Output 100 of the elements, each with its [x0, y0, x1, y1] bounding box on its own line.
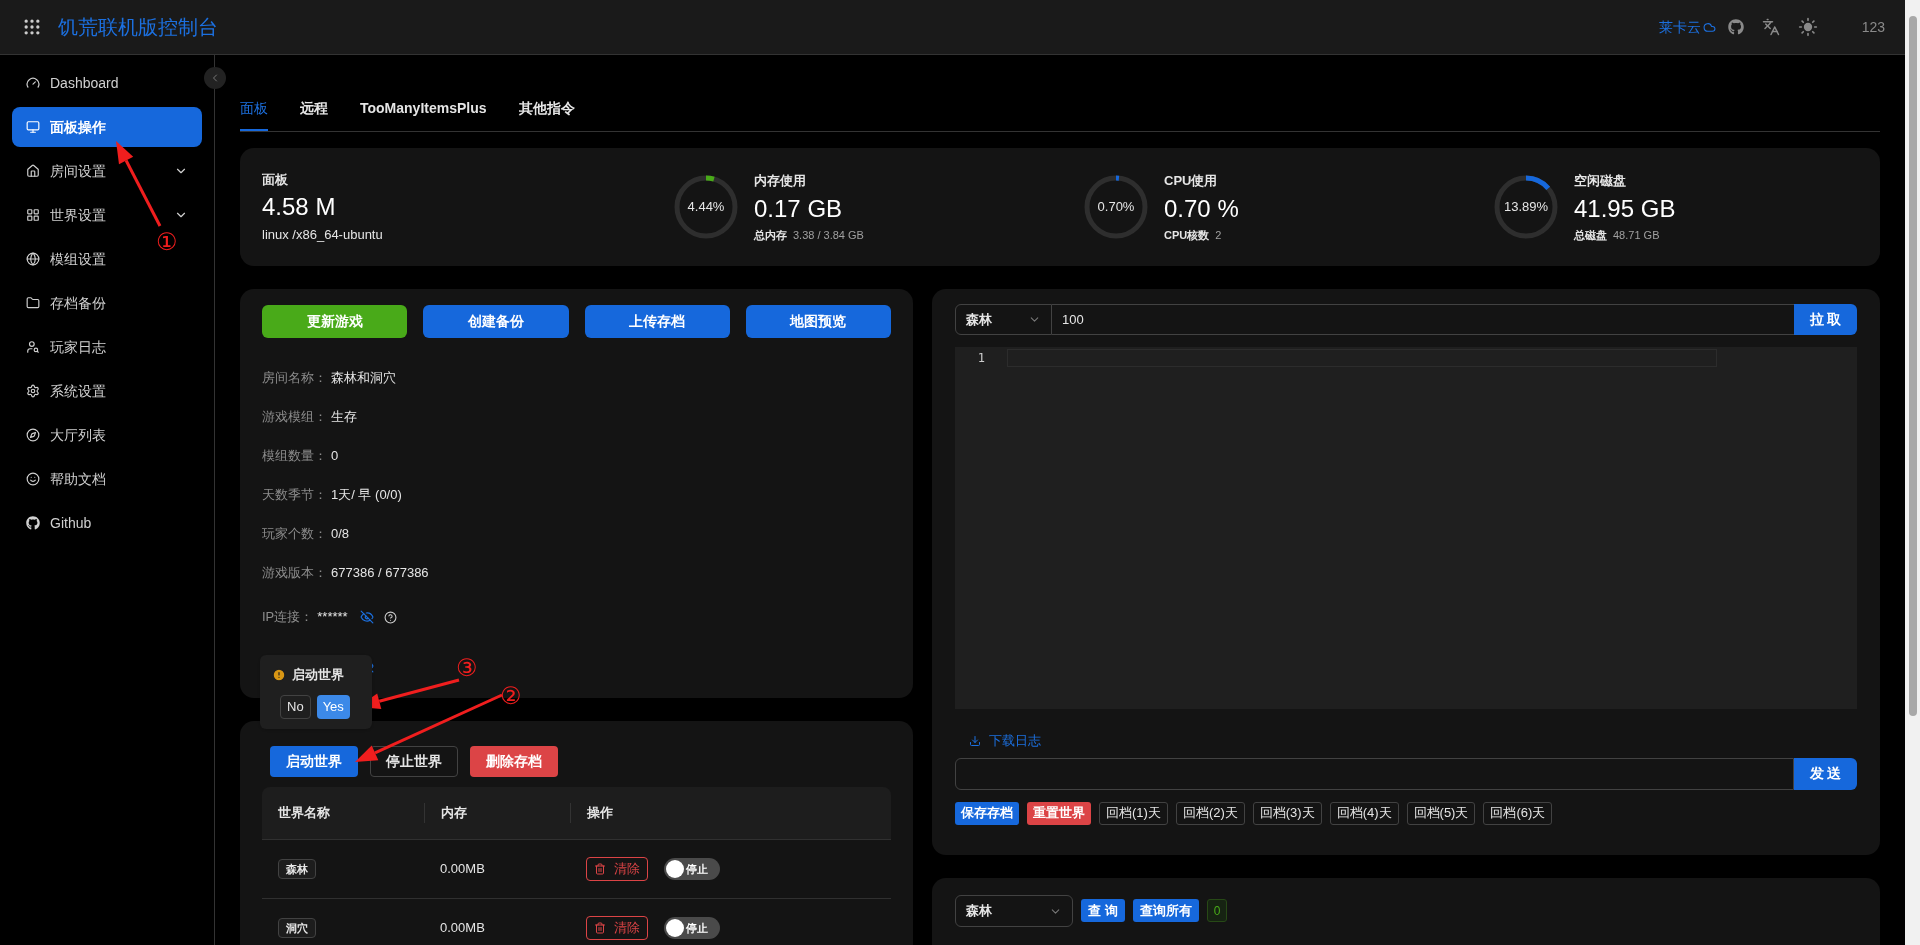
cloud-link[interactable]: 莱卡云 — [1658, 16, 1716, 38]
stat-note: 2 — [1215, 227, 1222, 243]
stat-title: 面板 — [262, 170, 289, 189]
command-field[interactable] — [955, 757, 1794, 790]
github-icon[interactable] — [1727, 19, 1744, 35]
stat-value: 0.70 % — [1164, 193, 1239, 224]
info-label: IP连接： — [262, 608, 314, 627]
trash-icon — [594, 863, 606, 875]
translate-icon[interactable] — [1761, 18, 1780, 36]
memory-value: 0.00MB — [439, 919, 486, 938]
globe-icon — [26, 252, 40, 266]
info-label: 游戏版本： — [262, 563, 327, 582]
monitor-icon — [26, 120, 40, 134]
count-badge: 0 — [1206, 899, 1228, 922]
tab[interactable]: 面板 — [240, 98, 268, 131]
toggle-switch[interactable]: 停止 — [664, 858, 720, 880]
sidebar-item[interactable]: 面板操作 — [12, 107, 202, 147]
theme-icon[interactable] — [1797, 17, 1818, 37]
info-label: 游戏模组： — [262, 407, 327, 426]
warning-icon — [272, 667, 286, 682]
sidebar-item[interactable]: 存档备份 — [12, 283, 120, 323]
line-number: 1 — [977, 350, 985, 367]
person-icon — [26, 340, 40, 354]
world-select[interactable]: 森林 — [955, 304, 1052, 335]
stat-title: CPU使用 — [1164, 172, 1219, 190]
command-tag[interactable]: 回档(6)天 — [1483, 801, 1553, 825]
query-button[interactable]: 查 询 — [1081, 899, 1125, 922]
world-tag: 洞穴 — [278, 917, 316, 939]
tab[interactable]: 其他指令 — [518, 98, 575, 131]
sidebar-item[interactable]: Github — [12, 503, 106, 543]
stat-note: 3.38 / 3.84 GB — [793, 227, 864, 243]
command-tag[interactable]: 回档(5)天 — [1406, 801, 1476, 825]
cloud-icon — [1702, 20, 1716, 34]
command-tag[interactable]: 重置世界 — [1027, 801, 1091, 825]
command-tag[interactable]: 回档(2)天 — [1175, 801, 1245, 825]
column-header: 世界名称 — [277, 804, 331, 823]
tab[interactable]: TooManyItemsPlus — [360, 98, 487, 131]
command-tag[interactable]: 回档(1)天 — [1099, 801, 1168, 825]
stat-value: 0.17 GB — [754, 193, 844, 224]
apps-icon[interactable] — [22, 17, 42, 37]
world-select[interactable]: 森林 — [955, 895, 1073, 927]
ring-percentage: 0.70% — [1097, 198, 1135, 217]
query-button[interactable]: 查询所有 — [1132, 899, 1199, 922]
github-icon — [26, 516, 40, 530]
sidebar-item[interactable]: 帮助文档 — [12, 459, 120, 499]
house-icon — [26, 164, 40, 178]
sidebar-item[interactable]: 大厅列表 — [12, 415, 120, 455]
info-label: 房间名称： — [262, 368, 327, 387]
sidebar-item[interactable]: 系统设置 — [12, 371, 120, 411]
toggle-switch[interactable]: 停止 — [664, 917, 720, 939]
stat-note-label: 总内存 — [754, 227, 787, 243]
eye-off-icon[interactable] — [359, 610, 374, 624]
compass-icon — [26, 428, 40, 442]
action-button[interactable]: 上传存档 — [584, 305, 730, 338]
stat-note-label: CPU核数 — [1164, 227, 1210, 243]
info-value: ****** — [317, 608, 348, 627]
info-value: 0/8 — [331, 524, 350, 543]
popover-button[interactable]: Yes — [316, 694, 350, 719]
progress-ring — [1082, 173, 1150, 241]
annotation-number: ① — [156, 227, 178, 258]
progress-ring — [672, 173, 740, 241]
sidebar-item[interactable]: 模组设置 — [12, 239, 120, 279]
trash-icon — [594, 922, 606, 934]
log-editor[interactable]: 1 — [955, 347, 1857, 709]
stat-value: 41.95 GB — [1574, 193, 1676, 224]
clear-button[interactable]: 清除 — [586, 857, 648, 881]
world-button[interactable]: 启动世界 — [270, 746, 358, 777]
fetch-button[interactable]: 拉 取 — [1794, 304, 1857, 335]
line-count-field[interactable]: 100 — [1052, 304, 1794, 335]
ring-percentage: 4.44% — [687, 198, 725, 217]
world-tag: 森林 — [278, 858, 316, 880]
send-button[interactable]: 发 送 — [1794, 757, 1857, 790]
command-tag[interactable]: 回档(4)天 — [1329, 801, 1399, 825]
annotation-number: ③ — [456, 653, 478, 684]
clear-button[interactable]: 清除 — [586, 916, 648, 940]
scrollbar[interactable] — [1905, 0, 1920, 945]
ring-percentage: 13.89% — [1503, 198, 1549, 217]
info-label: 玩家个数： — [262, 524, 327, 543]
info-value: 0 — [331, 446, 339, 465]
sidebar-item[interactable]: 房间设置 — [12, 151, 202, 191]
action-button[interactable]: 地图预览 — [745, 305, 891, 338]
download-log-link[interactable]: 下载日志 — [969, 731, 1041, 751]
stat-note-label: 总磁盘 — [1574, 227, 1607, 243]
stat-value: 4.58 M — [262, 192, 337, 222]
user-name[interactable]: 123 — [1861, 16, 1885, 38]
column-header: 内存 — [424, 803, 570, 823]
popover-title: 启动世界 — [292, 666, 344, 684]
command-tag[interactable]: 保存存档 — [955, 801, 1019, 825]
progress-ring — [1492, 173, 1560, 241]
help-icon[interactable] — [383, 610, 397, 624]
sidebar-item[interactable]: Dashboard — [12, 63, 133, 103]
popover-button[interactable]: No — [280, 694, 311, 719]
sidebar-item[interactable]: 玩家日志 — [12, 327, 120, 367]
command-tag[interactable]: 回档(3)天 — [1252, 801, 1322, 825]
download-icon — [969, 734, 981, 747]
annotation-number: ② — [500, 681, 522, 712]
action-button[interactable]: 创建备份 — [423, 305, 569, 338]
folder-icon — [26, 296, 40, 310]
tab[interactable]: 远程 — [300, 98, 328, 131]
world-button[interactable]: 删除存档 — [470, 746, 558, 777]
